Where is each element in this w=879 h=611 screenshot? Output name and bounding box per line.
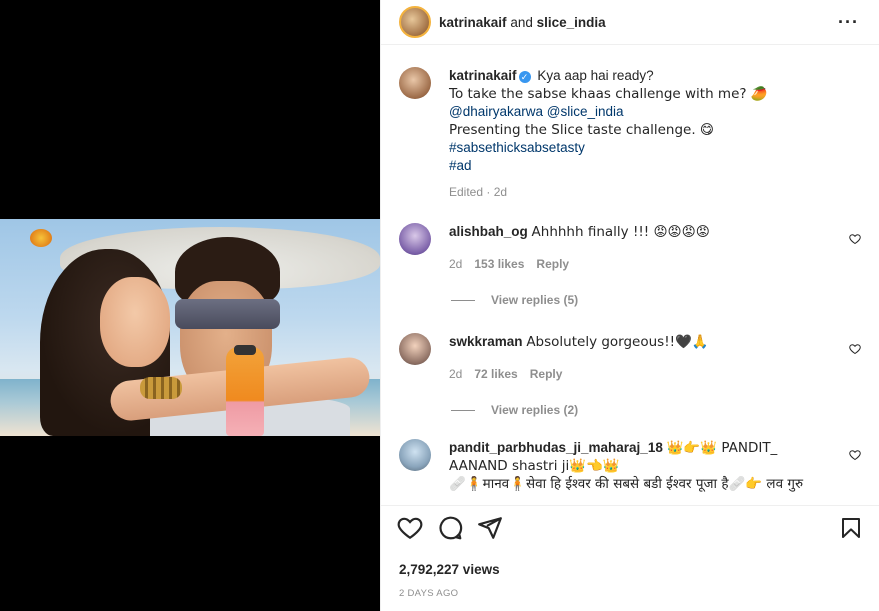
caption-avatar[interactable] [399, 67, 431, 99]
post-date[interactable]: 2 DAYS AGO [399, 588, 458, 599]
bottle-cap [234, 345, 256, 355]
comment-text: Absolutely gorgeous!!🖤🙏 [526, 334, 709, 350]
caption-line-2: To take the sabse khaas challenge with m… [449, 86, 768, 102]
caption-mentions[interactable]: @dhairyakarwa @slice_india [449, 103, 768, 121]
post-details-panel: katrinakaif and slice_india ··· katrinak… [380, 0, 879, 611]
bookmark-icon[interactable] [839, 515, 863, 544]
comment-likes[interactable]: 72 likes [474, 365, 517, 383]
section-divider [381, 505, 879, 506]
share-icon[interactable] [477, 515, 503, 544]
comment-meta: 2d 72 likes Reply [449, 365, 839, 383]
view-replies-button[interactable]: View replies (5) [451, 293, 863, 307]
verified-badge-icon: ✓ [518, 71, 531, 83]
bracelet [140, 377, 182, 399]
collaborator-username[interactable]: slice_india [537, 15, 606, 30]
comment-body: alishbah_og Ahhhhh finally !!! 😡😡😡😡 2d 1… [449, 223, 839, 273]
replies-line [451, 299, 475, 301]
comment-likes[interactable]: 153 likes [474, 255, 524, 273]
heart-icon[interactable] [397, 515, 423, 544]
juice-bottle [226, 347, 264, 436]
slice-logo-icon [30, 229, 52, 247]
header-usernames: katrinakaif and slice_india [439, 15, 606, 30]
woman-face [100, 277, 170, 367]
reply-button[interactable]: Reply [536, 255, 569, 273]
comment-age: 2d [449, 367, 463, 381]
comment-heart-icon[interactable] [849, 449, 861, 464]
media-pane[interactable] [0, 0, 380, 611]
view-replies-label[interactable]: View replies (5) [491, 293, 578, 307]
comment-text-continued: 🩹🧍मानव🧍सेवा हि ईश्वर की सबसे बडी ईश्वर प… [449, 476, 804, 492]
blindfold [175, 299, 280, 329]
comment-body: swkkraman Absolutely gorgeous!!🖤🙏 2d 72 … [449, 333, 839, 383]
comment-icon[interactable] [437, 515, 463, 544]
comment-item: pandit_parbhudas_ji_maharaj_18 👑👉👑 PANDI… [399, 439, 863, 493]
caption-line-4: Presenting the Slice taste challenge. 😋 [449, 122, 714, 138]
comment-item: swkkraman Absolutely gorgeous!!🖤🙏 2d 72 … [399, 333, 863, 383]
commenter-username[interactable]: alishbah_og [449, 224, 528, 239]
comments-scroll[interactable]: katrinakaif ✓ Kya aap hai ready? To take … [381, 45, 879, 505]
comment-meta: 2d 153 likes Reply [449, 255, 839, 273]
hashtag-link[interactable]: #sabsethicksabsetasty [449, 139, 768, 157]
hashtag-ad-link[interactable]: #ad [449, 157, 768, 175]
action-bar [397, 515, 863, 545]
comment-text: Ahhhhh finally !!! 😡😡😡😡 [531, 224, 710, 240]
commenter-username[interactable]: pandit_parbhudas_ji_maharaj_18 [449, 440, 663, 455]
commenter-avatar[interactable] [399, 333, 431, 365]
caption-line-1: Kya aap hai ready? [537, 68, 654, 83]
caption-username[interactable]: katrinakaif [449, 68, 517, 83]
comment-age: 2d [449, 257, 463, 271]
view-count[interactable]: 2,792,227 views [399, 562, 500, 577]
comment-item: alishbah_og Ahhhhh finally !!! 😡😡😡😡 2d 1… [399, 223, 863, 273]
caption: katrinakaif ✓ Kya aap hai ready? To take … [399, 45, 863, 201]
caption-meta: Edited · 2d [449, 185, 508, 199]
header-connector: and [510, 14, 533, 30]
commenter-username[interactable]: swkkraman [449, 334, 523, 349]
commenter-avatar[interactable] [399, 439, 431, 471]
replies-line [451, 409, 475, 411]
reply-button[interactable]: Reply [530, 365, 563, 383]
view-replies-button[interactable]: View replies (2) [451, 403, 863, 417]
commenter-avatar[interactable] [399, 223, 431, 255]
video-player[interactable] [0, 219, 380, 436]
comment-heart-icon[interactable] [849, 343, 861, 358]
author-username[interactable]: katrinakaif [439, 15, 507, 30]
instagram-post-view: katrinakaif and slice_india ··· katrinak… [0, 0, 879, 611]
post-header: katrinakaif and slice_india ··· [381, 0, 879, 45]
ellipsis-icon[interactable]: ··· [838, 12, 859, 33]
comment-body: pandit_parbhudas_ji_maharaj_18 👑👉👑 PANDI… [449, 439, 839, 493]
caption-body: katrinakaif ✓ Kya aap hai ready? To take … [449, 67, 768, 201]
view-replies-label[interactable]: View replies (2) [491, 403, 578, 417]
comment-heart-icon[interactable] [849, 233, 861, 248]
author-avatar[interactable] [399, 6, 431, 38]
